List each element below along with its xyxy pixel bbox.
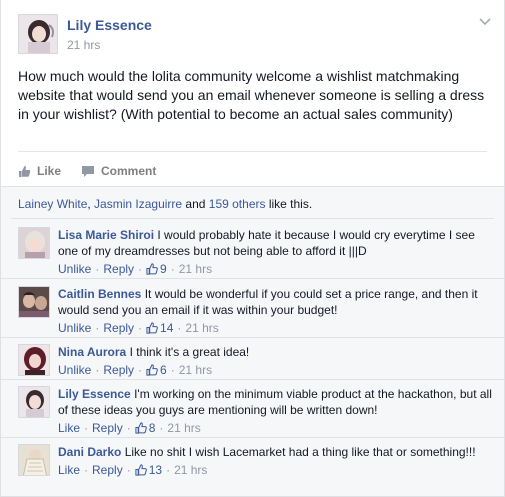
like-label: Like	[37, 164, 62, 178]
likes-and: and	[182, 197, 209, 211]
commenter-avatar[interactable]	[18, 344, 50, 376]
post-text: How much would the lolita community welc…	[18, 68, 485, 122]
comment-meta: Unlike · Reply · 9 · 21 hrs	[58, 261, 213, 277]
commenter-name[interactable]: Dani Darko	[58, 445, 121, 459]
avatar-photo	[19, 345, 49, 375]
comment-meta: Like · Reply · 13 · 21 hrs	[58, 462, 208, 478]
likes-others-link[interactable]: 159 others	[209, 197, 266, 211]
comment-like-count[interactable]: 8	[149, 420, 156, 436]
commenter-name[interactable]: Lisa Marie Shiroi	[58, 228, 154, 242]
comment-like-count[interactable]: 6	[160, 362, 167, 378]
commenter-name[interactable]: Lily Essence	[58, 387, 131, 401]
comment-like-count[interactable]: 13	[149, 462, 162, 478]
unlike-link[interactable]: Unlike	[58, 320, 91, 336]
thumbs-up-icon	[146, 263, 158, 275]
commenter-name[interactable]: Caitlin Bennes	[58, 287, 141, 301]
comment-body: Caitlin Bennes It would be wonderful if …	[58, 286, 494, 336]
divider	[1, 337, 504, 338]
thumbs-up-icon	[146, 322, 158, 334]
chevron-down-icon[interactable]	[478, 16, 492, 28]
reply-link[interactable]: Reply	[103, 362, 134, 378]
comment-body: Dani Darko Like no shit I wish Lacemarke…	[58, 444, 494, 478]
avatar-photo	[19, 445, 49, 475]
commenter-avatar[interactable]	[18, 227, 50, 259]
comment-body: Nina Aurora I think it's a great idea! U…	[58, 344, 494, 378]
post-actions: Like Comment	[18, 161, 156, 181]
comment-text: Like no shit I wish Lacemarket had a thi…	[124, 445, 476, 459]
post-card: Lily Essence 21 hrs How much would the l…	[0, 0, 505, 497]
comment-timestamp[interactable]: 21 hrs	[174, 462, 207, 478]
like-link[interactable]: Like	[58, 420, 80, 436]
like-link[interactable]: Like	[58, 462, 80, 478]
comment-timestamp[interactable]: 21 hrs	[179, 261, 212, 277]
reply-link[interactable]: Reply	[103, 320, 134, 336]
divider	[1, 437, 504, 438]
comment-icon	[82, 165, 95, 177]
divider	[1, 379, 504, 380]
liker-link-2[interactable]: Jasmin Izaguirre	[94, 197, 182, 211]
likes-suffix: like this.	[265, 197, 313, 211]
unlike-link[interactable]: Unlike	[58, 362, 91, 378]
reply-link[interactable]: Reply	[92, 462, 123, 478]
divider	[11, 218, 494, 219]
divider	[18, 151, 487, 152]
thumbs-up-icon	[146, 364, 158, 376]
comment-text: I think it's a great idea!	[129, 345, 250, 359]
post-timestamp[interactable]: 21 hrs	[67, 38, 100, 52]
comment-meta: Unlike · Reply · 6 · 21 hrs	[58, 362, 213, 378]
comment-timestamp[interactable]: 21 hrs	[167, 420, 200, 436]
avatar-photo	[19, 15, 57, 53]
like-button[interactable]: Like	[18, 161, 61, 181]
divider	[1, 278, 504, 279]
commenter-avatar[interactable]	[18, 386, 50, 418]
comment-label: Comment	[101, 164, 157, 178]
author-avatar[interactable]	[18, 14, 58, 54]
comment-button[interactable]: Comment	[81, 161, 156, 181]
reply-link[interactable]: Reply	[103, 261, 134, 277]
unlike-link[interactable]: Unlike	[58, 261, 91, 277]
comment-body: Lisa Marie Shiroi I would probably hate …	[58, 227, 494, 277]
thumbs-up-icon	[19, 165, 31, 177]
comment-meta: Like · Reply · 8 · 21 hrs	[58, 420, 201, 436]
commenter-name[interactable]: Nina Aurora	[58, 345, 126, 359]
comment-like-count[interactable]: 9	[160, 261, 167, 277]
comment-body: Lily Essence I'm working on the minimum …	[58, 386, 494, 436]
comment-timestamp[interactable]: 21 hrs	[179, 362, 212, 378]
post-author-name[interactable]: Lily Essence	[67, 17, 152, 33]
comment-like-count[interactable]: 14	[160, 320, 173, 336]
likes-summary: Lainey White, Jasmin Izaguirre and 159 o…	[18, 197, 312, 211]
feedback-section: Lainey White, Jasmin Izaguirre and 159 o…	[1, 186, 504, 496]
avatar-photo	[19, 287, 49, 317]
commenter-avatar[interactable]	[18, 286, 50, 318]
commenter-avatar[interactable]	[18, 444, 50, 476]
comment-meta: Unlike · Reply · 14 · 21 hrs	[58, 320, 219, 336]
avatar-photo	[19, 228, 49, 258]
liker-link-1[interactable]: Lainey White	[18, 197, 87, 211]
thumbs-up-icon	[135, 464, 147, 476]
avatar-photo	[19, 387, 49, 417]
thumbs-up-icon	[135, 422, 147, 434]
comment-timestamp[interactable]: 21 hrs	[185, 320, 218, 336]
reply-link[interactable]: Reply	[92, 420, 123, 436]
